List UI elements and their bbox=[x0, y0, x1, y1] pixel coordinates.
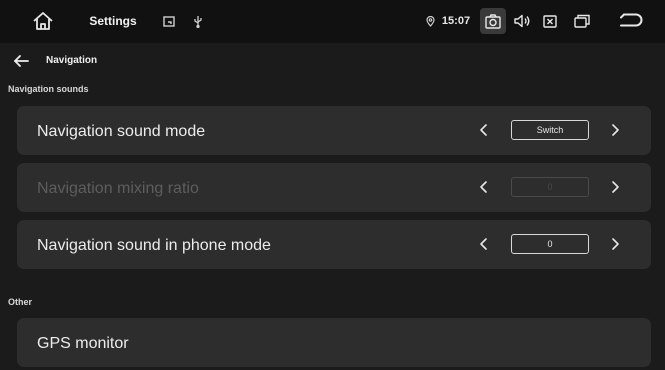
home-icon[interactable] bbox=[31, 10, 55, 32]
setting-row-gps-monitor[interactable]: GPS monitor bbox=[17, 318, 651, 367]
setting-row-mixing-ratio: Navigation mixing ratio 0 bbox=[17, 163, 651, 212]
chevron-right-icon[interactable] bbox=[606, 121, 624, 139]
return-icon[interactable] bbox=[618, 11, 644, 31]
location-icon bbox=[424, 14, 436, 28]
chevron-right-icon[interactable] bbox=[606, 178, 624, 196]
setting-label: GPS monitor bbox=[37, 335, 129, 352]
chevron-right-icon[interactable] bbox=[606, 235, 624, 253]
page-header: Navigation bbox=[0, 43, 665, 79]
chevron-left-icon[interactable] bbox=[475, 178, 493, 196]
setting-label: Navigation sound mode bbox=[37, 123, 206, 140]
page-title: Navigation bbox=[46, 55, 98, 66]
clock: 15:07 bbox=[441, 15, 471, 27]
chevron-left-icon[interactable] bbox=[475, 121, 493, 139]
section-title-other: Other bbox=[8, 297, 33, 307]
close-app-icon[interactable] bbox=[541, 13, 559, 29]
screenshot-icon[interactable] bbox=[480, 8, 506, 34]
screen-icon bbox=[162, 14, 176, 28]
section-title-navigation-sounds: Navigation sounds bbox=[8, 84, 89, 94]
value-display: 0 bbox=[511, 177, 589, 197]
volume-icon[interactable] bbox=[512, 12, 532, 30]
status-bar: Settings 15:07 bbox=[0, 0, 665, 43]
chevron-left-icon[interactable] bbox=[475, 235, 493, 253]
value-display: 0 bbox=[511, 234, 589, 254]
setting-label: Navigation sound in phone mode bbox=[37, 237, 271, 254]
setting-row-sound-mode[interactable]: Navigation sound mode Switch bbox=[17, 106, 651, 155]
back-arrow-icon[interactable] bbox=[12, 52, 30, 70]
setting-row-phone-mode[interactable]: Navigation sound in phone mode 0 bbox=[17, 220, 651, 269]
value-display: Switch bbox=[511, 120, 589, 140]
window-icon[interactable] bbox=[572, 12, 592, 29]
setting-label: Navigation mixing ratio bbox=[37, 180, 199, 197]
app-title: Settings bbox=[89, 14, 137, 28]
usb-icon bbox=[191, 13, 205, 29]
